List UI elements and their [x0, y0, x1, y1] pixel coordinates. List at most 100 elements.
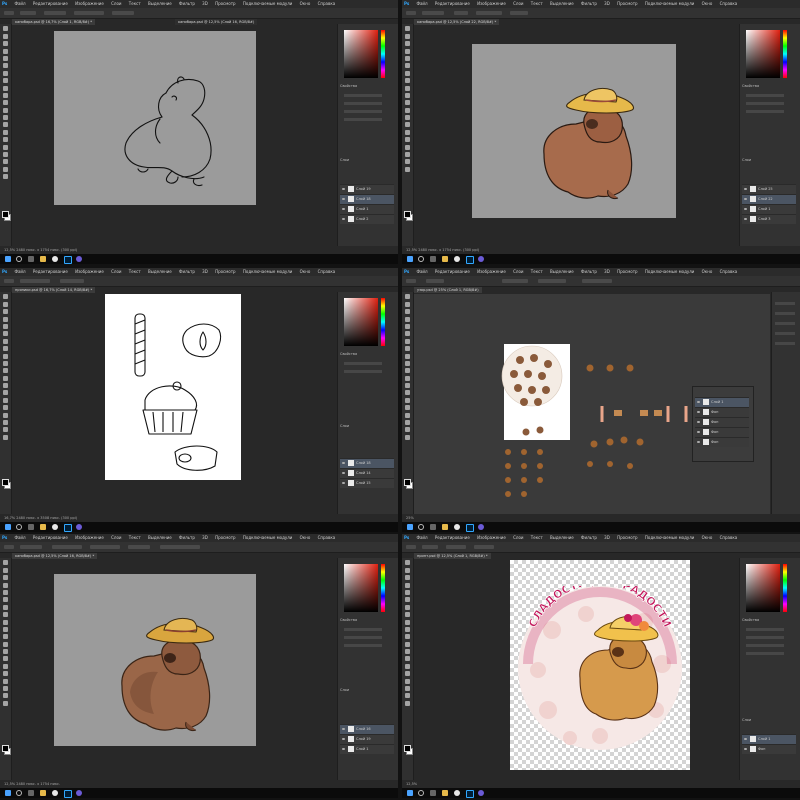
brush-tool-icon[interactable] [3, 78, 8, 84]
eyedropper-tool-icon[interactable] [405, 597, 410, 603]
move-tool-icon[interactable] [405, 26, 410, 32]
menu-3d[interactable]: 3D [202, 269, 208, 274]
menu-layers[interactable]: Слои [111, 535, 121, 540]
menu-text[interactable]: Текст [531, 1, 543, 6]
layer-row[interactable]: Слой 1 [340, 744, 394, 754]
task-view-icon[interactable] [28, 256, 34, 262]
eye-icon[interactable] [697, 401, 700, 403]
gradient-tool-icon[interactable] [3, 375, 8, 381]
zoom-tool-icon[interactable] [3, 700, 8, 706]
healing-tool-icon[interactable] [3, 338, 8, 344]
crop-tool-icon[interactable] [3, 589, 8, 595]
zoom-tool-icon[interactable] [3, 434, 8, 440]
menu-view[interactable]: Просмотр [215, 269, 236, 274]
color-picker[interactable] [344, 298, 378, 346]
crop-tool-icon[interactable] [405, 323, 410, 329]
menu-filter[interactable]: Фильтр [581, 1, 597, 6]
healing-tool-icon[interactable] [405, 70, 410, 76]
menu-layers[interactable]: Слои [513, 535, 523, 540]
eyedropper-tool-icon[interactable] [3, 63, 8, 69]
menu-text[interactable]: Текст [129, 269, 141, 274]
menu-3d[interactable]: 3D [604, 1, 610, 6]
magic-wand-tool-icon[interactable] [405, 48, 410, 54]
stamp-tool-icon[interactable] [405, 353, 410, 359]
windows-start-icon[interactable] [407, 524, 413, 530]
menu-text[interactable]: Текст [531, 535, 543, 540]
menu-plugins[interactable]: Подключаемые модули [645, 1, 695, 6]
brush-tool-icon[interactable] [405, 612, 410, 618]
layer-row[interactable]: Фон [695, 407, 749, 417]
menu-layers[interactable]: Слои [513, 269, 523, 274]
type-tool-icon[interactable] [3, 671, 8, 677]
menu-view[interactable]: Просмотр [617, 535, 638, 540]
path-select-icon[interactable] [3, 144, 8, 150]
eyedropper-tool-icon[interactable] [405, 331, 410, 337]
menu-filter[interactable]: Фильтр [179, 269, 195, 274]
history-brush-icon[interactable] [3, 92, 8, 98]
layer-row[interactable]: Слой 1 [742, 734, 796, 744]
type-tool-icon[interactable] [3, 137, 8, 143]
yandex-browser-icon[interactable] [52, 790, 58, 796]
eye-icon[interactable] [744, 748, 747, 750]
shape-tool-icon[interactable] [405, 686, 410, 692]
path-select-icon[interactable] [3, 678, 8, 684]
type-tool-icon[interactable] [405, 405, 410, 411]
menu-view[interactable]: Просмотр [215, 1, 236, 6]
document-tab[interactable]: капибара.psd @ 12,5% (Слой 16, RGB/8#) * [12, 553, 98, 559]
pen-tool-icon[interactable] [405, 129, 410, 135]
dodge-tool-icon[interactable] [405, 390, 410, 396]
menu-plugins[interactable]: Подключаемые модули [645, 269, 695, 274]
zoom-tool-icon[interactable] [405, 700, 410, 706]
eye-icon[interactable] [744, 208, 747, 210]
hue-slider[interactable] [783, 30, 787, 78]
menu-3d[interactable]: 3D [604, 269, 610, 274]
menu-filter[interactable]: Фильтр [581, 535, 597, 540]
windows-start-icon[interactable] [5, 790, 11, 796]
menu-filter[interactable]: Фильтр [179, 1, 195, 6]
task-view-icon[interactable] [28, 524, 34, 530]
layer-row[interactable]: Слой 1 [742, 204, 796, 214]
marquee-tool-icon[interactable] [405, 301, 410, 307]
blur-tool-icon[interactable] [3, 649, 8, 655]
gradient-tool-icon[interactable] [405, 107, 410, 113]
file-explorer-icon[interactable] [442, 256, 448, 262]
eye-icon[interactable] [697, 421, 700, 423]
lasso-tool-icon[interactable] [405, 41, 410, 47]
menu-layers[interactable]: Слои [111, 1, 121, 6]
layer-row[interactable]: Слой 15 [340, 478, 394, 488]
search-icon[interactable] [418, 524, 424, 530]
eyedropper-tool-icon[interactable] [3, 331, 8, 337]
layer-row[interactable]: Фон [695, 427, 749, 437]
menu-edit[interactable]: Редактирование [435, 535, 470, 540]
history-brush-icon[interactable] [3, 626, 8, 632]
eraser-tool-icon[interactable] [405, 100, 410, 106]
menu-select[interactable]: Выделение [148, 269, 172, 274]
crop-tool-icon[interactable] [3, 55, 8, 61]
menu-text[interactable]: Текст [531, 269, 543, 274]
eye-icon[interactable] [744, 738, 747, 740]
document-canvas[interactable] [54, 31, 256, 205]
document-canvas[interactable]: СЛАДОСТИ ДЛЯ РАДОСТИ [510, 560, 690, 770]
file-explorer-icon[interactable] [40, 524, 46, 530]
document-tab[interactable]: принт.psd @ 12,5% (Слой 1, RGB/8#) * [414, 553, 491, 559]
hue-slider[interactable] [381, 564, 385, 612]
history-brush-icon[interactable] [3, 360, 8, 366]
dodge-tool-icon[interactable] [405, 656, 410, 662]
eye-icon[interactable] [697, 441, 700, 443]
menu-text[interactable]: Текст [129, 535, 141, 540]
lasso-tool-icon[interactable] [405, 309, 410, 315]
menu-window[interactable]: Окно [300, 1, 311, 6]
eye-icon[interactable] [342, 218, 345, 220]
move-tool-icon[interactable] [405, 294, 410, 300]
pen-tool-icon[interactable] [3, 397, 8, 403]
menu-select[interactable]: Выделение [148, 535, 172, 540]
menu-window[interactable]: Окно [702, 1, 713, 6]
magic-wand-tool-icon[interactable] [3, 582, 8, 588]
app-icon[interactable] [76, 256, 82, 262]
menu-view[interactable]: Просмотр [617, 269, 638, 274]
color-picker[interactable] [746, 30, 780, 78]
magic-wand-tool-icon[interactable] [405, 316, 410, 322]
healing-tool-icon[interactable] [3, 604, 8, 610]
document-tab[interactable]: узор.psd @ 25% (Слой 1, RGB/8#) [414, 287, 482, 293]
magic-wand-tool-icon[interactable] [3, 316, 8, 322]
